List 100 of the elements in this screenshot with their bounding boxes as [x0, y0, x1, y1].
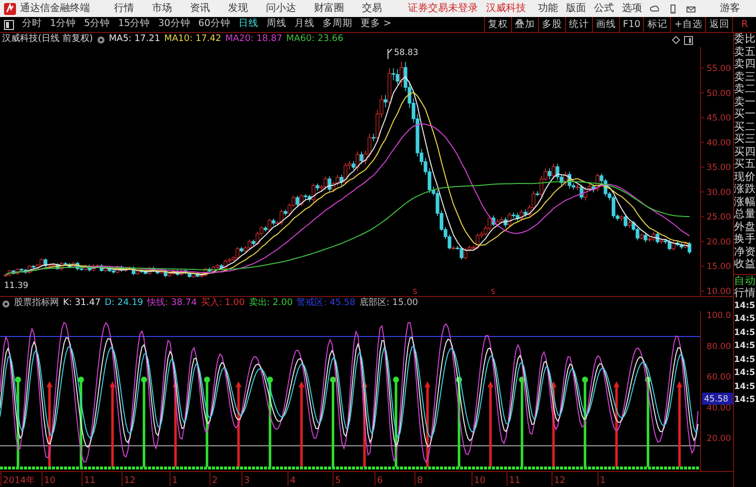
date-label: 10	[44, 476, 56, 486]
user-name[interactable]: 游客	[720, 1, 740, 16]
toolbar-button[interactable]: 多股	[538, 17, 565, 32]
legend-value: MA10: 17.42	[164, 33, 222, 46]
logo-icon	[4, 2, 16, 14]
date-label: 8	[417, 476, 423, 486]
toolbar-button[interactable]: 复权	[484, 17, 511, 32]
menu-item[interactable]: 公式	[594, 1, 614, 16]
high-price-label: 58.83	[394, 48, 418, 58]
legend-value: MA20: 18.87	[225, 33, 282, 46]
date-label: 12	[124, 476, 136, 486]
period-tab[interactable]: 1分钟	[46, 17, 80, 32]
date-label: 5	[335, 476, 341, 486]
toolbar-button[interactable]: F10	[618, 17, 644, 32]
date-label: 3	[244, 476, 250, 486]
axis-label: 50.00	[706, 88, 731, 99]
menu-item[interactable]: 行情	[114, 1, 134, 16]
menu-item[interactable]: 发现	[228, 1, 248, 16]
date-label: 1	[172, 476, 178, 486]
tick-time: 14:5	[734, 326, 756, 340]
axis-label: 60.00	[706, 372, 731, 382]
indicator-name: 股票指标网	[14, 297, 59, 310]
date-label: 11	[84, 476, 96, 486]
axis-label: 30.00	[706, 188, 731, 198]
gear-icon[interactable]	[2, 300, 10, 308]
legend-value: MA5: 17.21	[108, 33, 160, 46]
quote-label: 现价	[734, 170, 756, 183]
date-label: 1	[600, 476, 606, 486]
panel-toggle-icon[interactable]	[4, 20, 14, 30]
quote-label: 涨跌	[734, 183, 756, 196]
legend-value: 快线: 38.74	[147, 297, 197, 310]
period-tab[interactable]: 5分钟	[80, 17, 114, 32]
toolbar-button[interactable]: 标记	[643, 17, 670, 32]
toolbar-button[interactable]: 画线	[592, 17, 619, 32]
legend-value: 买入: 1.00	[200, 297, 245, 310]
quote-label: 卖五	[734, 46, 756, 58]
legend-value: D: 24.19	[104, 297, 144, 310]
axis-label: 15.00	[706, 262, 731, 272]
period-tab[interactable]: 多周期	[318, 17, 356, 32]
menu-item[interactable]: 选项	[622, 1, 642, 16]
period-tab[interactable]: 日线	[234, 17, 262, 32]
quote-label: 买二	[734, 120, 756, 133]
legend-value: K: 31.47	[63, 297, 101, 310]
legend-value: 卖出: 2.00	[248, 297, 293, 310]
period-tab[interactable]: 60分钟	[194, 17, 234, 32]
date-label: 2014年	[3, 476, 35, 486]
tick-time: 14:5	[734, 300, 756, 312]
menu-item[interactable]: 问小达	[266, 1, 296, 16]
date-label: 4	[290, 476, 296, 486]
menu-item[interactable]: 资讯	[190, 1, 210, 16]
low-price-label: 11.39	[4, 281, 28, 291]
toolbar-button[interactable]: 返回	[705, 17, 732, 32]
menu-item[interactable]: 财富圈	[314, 1, 344, 16]
quote-label: 收益	[734, 258, 756, 270]
legend-value: 警戒区: 45.58	[296, 297, 356, 310]
axis-label: 35.00	[706, 163, 731, 174]
axis-label: 55.00	[706, 64, 731, 74]
diamond-icon[interactable]	[672, 36, 680, 44]
menu-item[interactable]: 市场	[152, 1, 172, 16]
period-tab[interactable]: 30分钟	[154, 17, 194, 32]
axis-label: 40.00	[706, 138, 731, 148]
toolbar-button[interactable]: +自选	[670, 17, 706, 32]
quote-label: 买五	[734, 158, 756, 170]
toolbar-button[interactable]: 统计	[564, 17, 592, 32]
gear-icon[interactable]	[96, 36, 105, 44]
tick-time: 14:5	[734, 380, 756, 394]
tick-time: 14:5	[734, 394, 756, 407]
menu-item[interactable]: 交易	[362, 1, 382, 16]
phone-icon[interactable]	[668, 4, 678, 14]
axis-label: 45.00	[706, 114, 731, 124]
date-label: 2	[212, 476, 218, 486]
axis-label: 100.0	[706, 311, 731, 321]
quote-label: 卖二	[734, 83, 756, 96]
legend-value: 底部区: 15.00	[359, 297, 418, 310]
period-tab[interactable]: 周线	[262, 17, 290, 32]
period-tab[interactable]: 更多 >	[356, 17, 396, 32]
axis-label: 20.00	[706, 237, 731, 248]
corner-button[interactable]: R	[732, 17, 756, 32]
axis-label: 80.00	[706, 342, 731, 352]
envelope-icon[interactable]	[686, 4, 696, 14]
current-value-tag: 45.58	[702, 392, 733, 405]
quote-label: 净资	[734, 246, 756, 258]
toolbar-button[interactable]: 叠加	[510, 17, 538, 32]
axis-label: 25.00	[706, 212, 731, 223]
menu-item[interactable]: 功能	[538, 1, 558, 16]
quote-label: 总量	[734, 208, 756, 220]
date-label: 6	[377, 476, 383, 486]
period-tab[interactable]: 分时	[18, 17, 46, 32]
notice-text: 证券交易未登录	[408, 2, 478, 16]
menu-item[interactable]: 版面	[566, 1, 586, 16]
date-label: 11	[509, 476, 520, 486]
quote-label: 买三	[734, 133, 756, 146]
tick-time: 14:5	[734, 340, 756, 353]
cloud-icon[interactable]	[650, 4, 660, 14]
notice-text: 汉威科技	[486, 2, 526, 16]
period-tab[interactable]: 月线	[290, 17, 318, 32]
panel-icon[interactable]	[684, 36, 693, 44]
quote-label: 换手	[734, 233, 756, 246]
quote-label: 卖三	[734, 70, 756, 83]
period-tab[interactable]: 15分钟	[114, 17, 154, 32]
